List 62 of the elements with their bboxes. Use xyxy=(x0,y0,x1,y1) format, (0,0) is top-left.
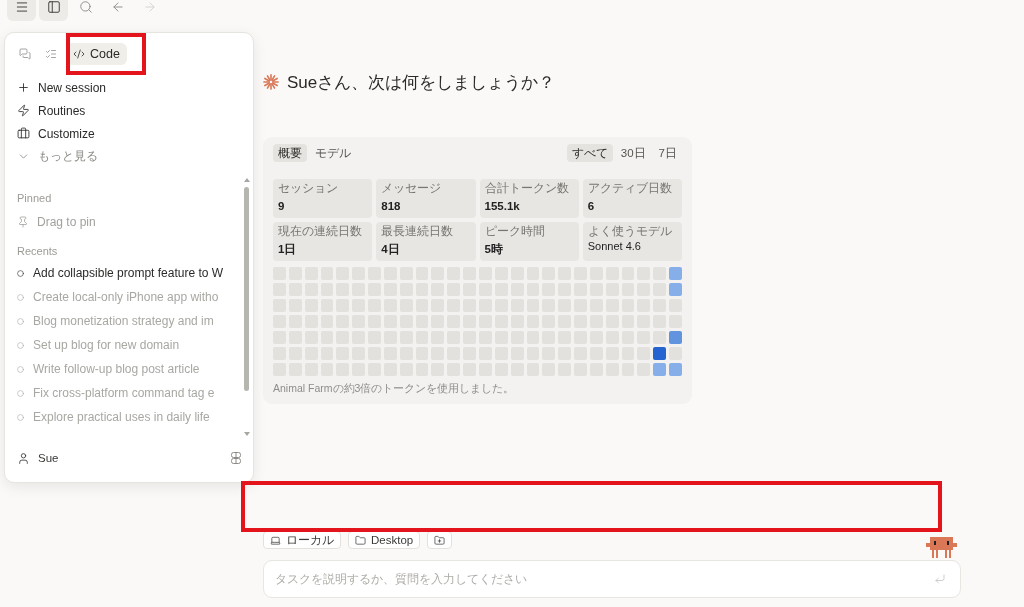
stat-label: 合計トークン数 xyxy=(484,181,569,196)
stat-label: アクティブ日数 xyxy=(587,181,672,196)
menu-icon xyxy=(14,0,29,14)
greeting-heading: Sueさん、次は何をしましょうか？ xyxy=(287,71,556,94)
pixel-creature-icon xyxy=(926,537,957,558)
panels-icon xyxy=(231,452,241,464)
stat-label: よく使うモデル xyxy=(587,224,672,239)
menu-button[interactable] xyxy=(7,0,36,21)
menu-item[interactable]: Routines xyxy=(5,99,253,122)
recent-item[interactable]: Add collapsible prompt feature to W xyxy=(5,261,243,285)
section-label: Pinned xyxy=(16,191,53,206)
account-button[interactable]: Sue xyxy=(17,451,59,465)
stat-label: メッセージ xyxy=(381,181,442,196)
folder-plus-icon xyxy=(434,534,446,546)
forward-arrow-icon xyxy=(142,0,157,14)
briefcase-icon xyxy=(17,127,30,140)
pin-icon xyxy=(17,215,29,228)
view-tab[interactable]: 概要 xyxy=(273,144,307,162)
stat-label: セッション xyxy=(278,181,338,196)
stat-label: 現在の連続日数 xyxy=(278,224,362,239)
circle-icon xyxy=(17,269,24,277)
view-tab[interactable]: モデル xyxy=(310,144,356,162)
range-tab[interactable]: 30日 xyxy=(615,144,651,162)
scrollbar[interactable] xyxy=(243,178,250,436)
folder-icon xyxy=(355,534,366,546)
circle-icon xyxy=(17,389,24,397)
circle-icon xyxy=(17,413,24,421)
stat-value: 818 xyxy=(381,200,401,213)
lightning-icon xyxy=(17,104,30,117)
stat-label: 最長連続日数 xyxy=(381,224,454,239)
stat-value: 5時 xyxy=(484,243,503,256)
range-tab[interactable]: すべて xyxy=(566,144,613,162)
circle-icon xyxy=(17,317,24,325)
stat-label: ピーク時間 xyxy=(484,224,545,239)
laptop-icon xyxy=(270,534,281,546)
stat-value: Sonnet 4.6 xyxy=(587,240,641,253)
section-label: Recents xyxy=(16,244,59,259)
code-icon xyxy=(73,48,85,60)
enter-key-icon xyxy=(934,573,946,585)
circle-icon xyxy=(17,293,24,301)
menu-item[interactable]: Customize xyxy=(5,122,253,145)
stat-value: 6 xyxy=(587,200,595,213)
circle-icon xyxy=(17,365,24,373)
range-tab[interactable]: 7日 xyxy=(653,144,682,162)
checklist-icon xyxy=(45,48,57,60)
person-icon xyxy=(17,451,30,465)
sidebar-icon xyxy=(46,0,61,14)
circle-icon xyxy=(17,341,24,349)
stat-value: 1日 xyxy=(278,243,297,256)
menu-item[interactable]: もっと見る xyxy=(5,145,253,168)
stat-value: 9 xyxy=(278,200,285,213)
plus-icon xyxy=(17,81,30,94)
stat-value: 4日 xyxy=(381,243,400,256)
starburst-icon xyxy=(263,74,279,90)
menu-item[interactable]: New session xyxy=(5,76,253,99)
search-icon xyxy=(78,0,93,14)
sidebar-toggle-button[interactable] xyxy=(39,0,68,21)
panels-button[interactable] xyxy=(231,452,241,464)
stat-value: 155.1k xyxy=(484,200,520,213)
usage-note: Animal Farmの約3倍のトークンを使用しました。 xyxy=(273,382,516,394)
task-input[interactable]: タスクを説明するか、質問を入力してください xyxy=(263,560,961,598)
chat-bubbles-icon xyxy=(19,48,31,60)
